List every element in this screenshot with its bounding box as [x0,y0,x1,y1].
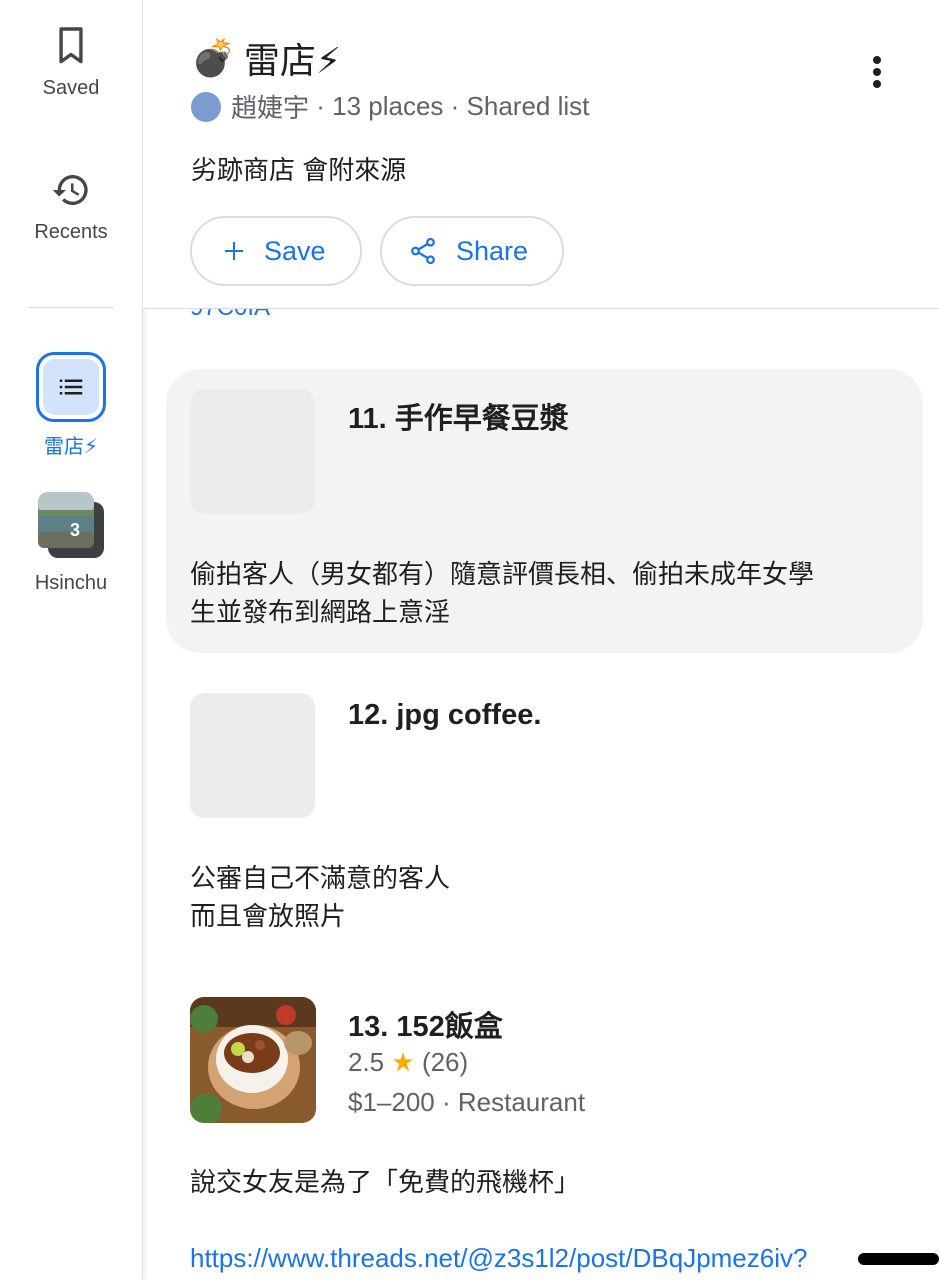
active-list-button[interactable] [36,352,106,422]
place-card-13[interactable]: 13. 152飯盒 2.5 ★ (26) $1–200 · Restaurant… [166,977,923,1217]
share-icon [411,237,435,265]
place-card-12[interactable]: 12. jpg coffee. 公審自己不滿意的客人 而且會放照片 [166,673,923,943]
save-label: Save [264,235,326,266]
saved-label: Saved [42,77,100,99]
note-line: 生並發布到網路上意淫 [190,597,451,627]
avatar [191,91,221,122]
place-name[interactable]: 13. 152飯盒 [348,1003,503,1045]
list-icon [59,379,83,395]
star-icon: ★ [391,1047,415,1077]
place-rating: 2.5 ★ (26) [348,1047,468,1078]
active-list-label: 雷店⚡ [43,436,99,458]
price-range: $1–200 [348,1087,435,1117]
place-note: 公審自己不滿意的客人 而且會放照片 [190,859,450,935]
recents-label: Recents [34,221,108,243]
home-indicator [858,1253,939,1265]
more-options-icon[interactable] [863,52,891,92]
sidebar-divider [28,307,114,308]
hsinchu-collection-button[interactable]: 3 [38,492,104,558]
collection-label: Hsinchu [34,572,108,594]
rating-value: 2.5 [348,1047,385,1077]
collection-count: 3 [70,520,81,540]
list-title: 💣 雷店⚡ [191,32,341,84]
place-price-category: $1–200 · Restaurant [348,1087,585,1118]
list-meta: · 13 places · Shared list [309,91,590,121]
place-card-11[interactable]: 11. 手作早餐豆漿 偷拍客人（男女都有）隨意評價長相、偷拍未成年女學 生並發布… [166,369,923,653]
bookmark-icon [59,27,83,64]
owner-name: 趙婕宇 [231,93,310,123]
save-button[interactable]: Save [190,216,362,286]
list-header: 💣 雷店⚡ 趙婕宇 · 13 places · Shared list 劣跡商店… [143,0,939,309]
history-icon [52,175,88,205]
place-thumbnail-placeholder [190,389,315,514]
category: · Restaurant [434,1087,586,1117]
list-description: 劣跡商店 會附來源 [191,155,407,185]
review-count: (26) [421,1047,469,1077]
list-subtitle: 趙婕宇 · 13 places · Shared list [191,88,589,125]
source-link[interactable]: https://www.threads.net/@z3s1l2/post/DBq… [190,1243,807,1274]
plus-icon [225,242,243,260]
place-photo [190,997,316,1123]
share-button[interactable]: Share [380,216,564,286]
note-line: 說交女友是為了「免費的飛機杯」 [190,1167,581,1197]
list-title-text: 雷店⚡ [243,40,342,81]
place-thumbnail-placeholder [190,693,315,818]
place-note: 偷拍客人（男女都有）隨意評價長相、偷拍未成年女學 生並發布到網路上意淫 [190,555,814,631]
note-line: 而且會放照片 [190,901,347,931]
bomb-icon: 💣 [191,37,236,78]
saved-nav-button[interactable]: Saved [0,26,142,100]
note-line: 公審自己不滿意的客人 [190,863,451,893]
place-name[interactable]: 12. jpg coffee. [348,699,541,732]
place-name[interactable]: 11. 手作早餐豆漿 [348,395,569,437]
place-note: 說交女友是為了「免費的飛機杯」 [190,1163,580,1201]
note-line: 偷拍客人（男女都有）隨意評價長相、偷拍未成年女學 [190,559,815,589]
share-label: Share [456,235,529,266]
recents-nav-button[interactable]: Recents [0,170,142,244]
sidebar: Saved Recents 雷店⚡ 3 Hsinchu [0,0,143,1280]
